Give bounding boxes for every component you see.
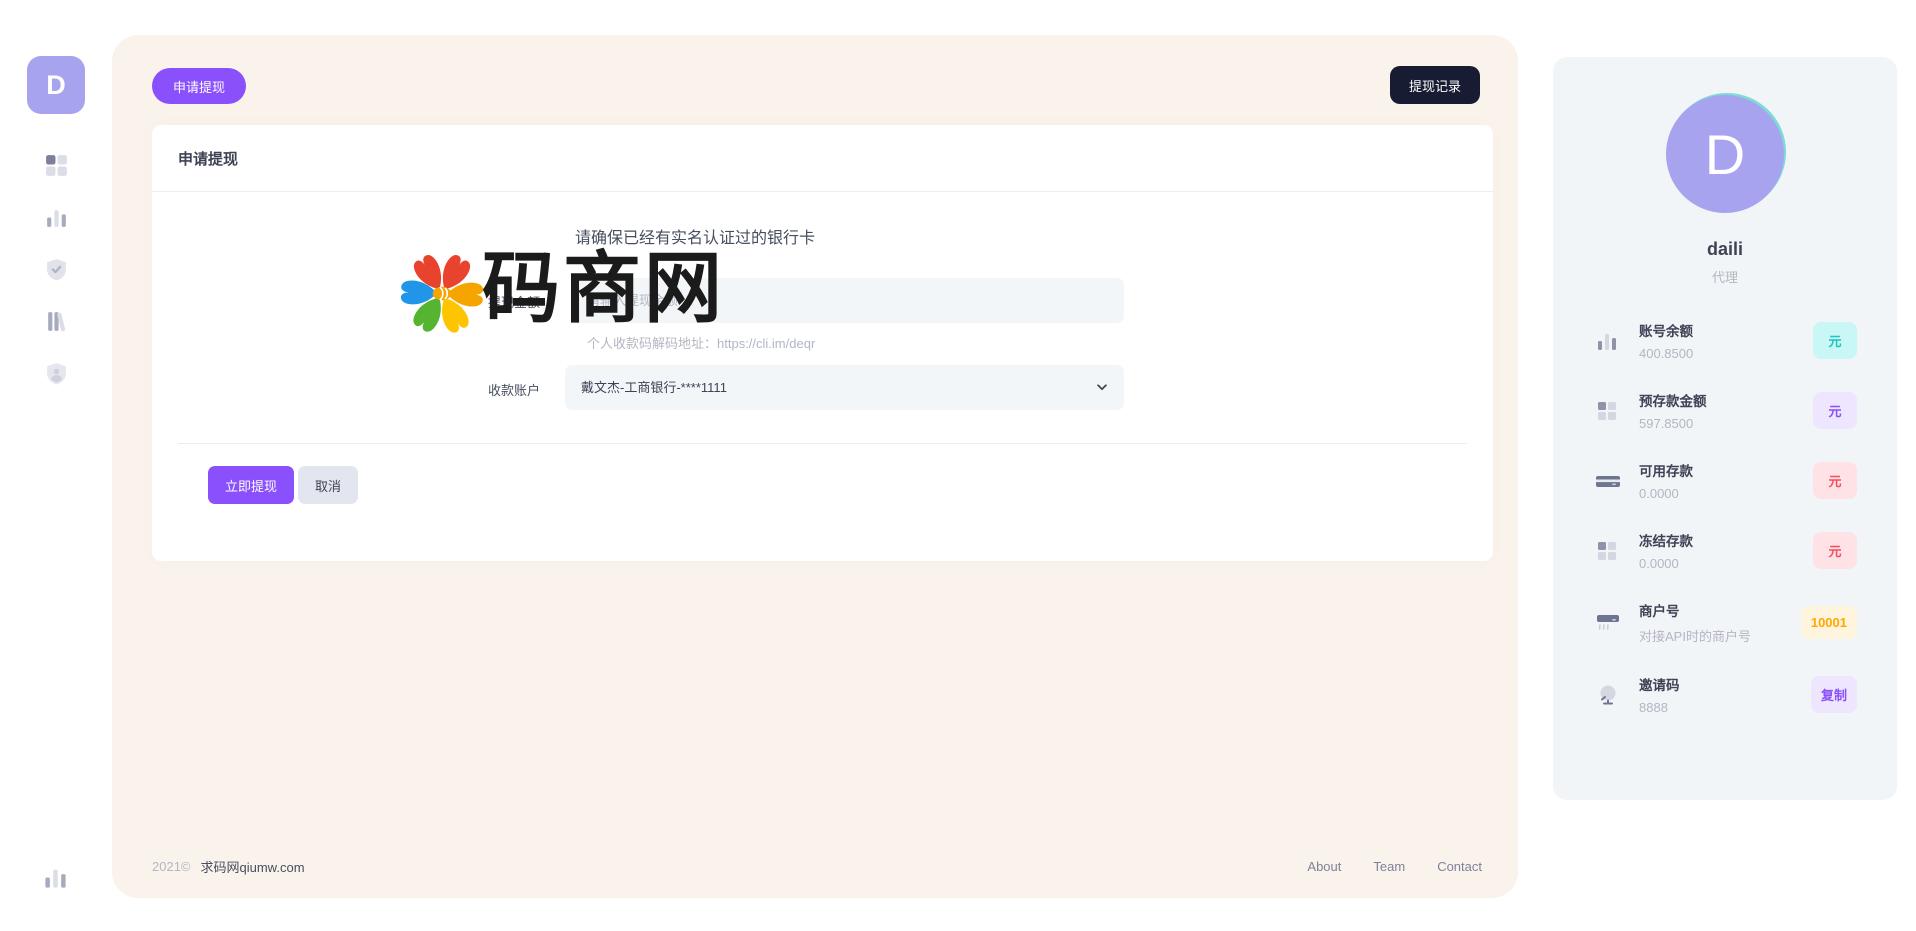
profile-stats: 账号余额 400.8500 元 预存款金额 597.8500 [1553,320,1897,715]
unit-badge: 元 [1813,322,1857,359]
grid-icon [1595,399,1625,423]
amount-input[interactable] [571,278,1124,323]
shield-check-icon[interactable] [43,256,70,283]
account-select[interactable]: 戴文杰-工商银行-****1111 [565,365,1124,410]
footer-link-team[interactable]: Team [1373,859,1405,874]
footer-site-link[interactable]: 求码网qiumw.com [201,857,305,876]
stat-label: 预存款金额 [1639,390,1813,410]
stat-value: 597.8500 [1639,416,1813,431]
bar-chart-icon [1595,329,1625,353]
card-header: 申请提现 [152,125,1493,192]
decode-hint-text: 个人收款码解码地址： [587,336,717,351]
bank-card-notice: 请确保已经有实名认证过的银行卡 [575,224,815,248]
stat-label: 商户号 [1639,600,1801,620]
card-title: 申请提现 [178,148,238,169]
credit-card-icon [1595,469,1625,493]
stat-value: 400.8500 [1639,346,1813,361]
unit-badge: 元 [1813,392,1857,429]
stat-row-prepaid: 预存款金额 597.8500 元 [1595,390,1857,431]
dashboard-grid-icon[interactable] [43,152,70,179]
brand-avatar[interactable]: D [27,56,85,114]
left-sidebar: D [0,0,112,931]
unit-badge: 元 [1813,462,1857,499]
apply-withdraw-button[interactable]: 申请提现 [152,68,246,104]
stat-row-available: 可用存款 0.0000 元 [1595,460,1857,501]
stat-label: 冻结存款 [1639,530,1813,550]
footer-year: 2021© [152,859,191,874]
profile-role: 代理 [1553,267,1897,286]
profile-panel: D daili 代理 账号余额 400.8500 元 [1553,57,1897,800]
page: D [0,0,1916,931]
merchant-id-badge: 10001 [1801,606,1857,639]
cancel-button[interactable]: 取消 [298,466,358,504]
stat-row-invite: 邀请码 8888 复制 [1595,674,1857,715]
withdraw-records-button[interactable]: 提现记录 [1390,66,1480,104]
account-label: 收款账户 [410,380,540,399]
profile-name: daili [1553,239,1897,260]
card-body: 请确保已经有实名认证过的银行卡 提现金额 个人收款码解码地址：https://c… [152,192,1493,560]
stat-row-merchant: 商户号 对接API时的商户号 10001 [1595,600,1857,645]
decode-hint-link[interactable]: https://cli.im/deqr [717,336,815,351]
stat-label: 账号余额 [1639,320,1813,340]
stat-label: 邀请码 [1639,674,1811,694]
stat-value: 对接API时的商户号 [1639,626,1801,645]
stat-value: 0.0000 [1639,486,1813,501]
footer-link-about[interactable]: About [1307,859,1341,874]
footer-link-contact[interactable]: Contact [1437,859,1482,874]
stat-row-balance: 账号余额 400.8500 元 [1595,320,1857,361]
unit-badge: 元 [1813,532,1857,569]
footer: 2021© 求码网qiumw.com About Team Contact [152,857,1482,876]
stat-label: 可用存款 [1639,460,1813,480]
globe-icon [1595,682,1625,708]
submit-withdraw-button[interactable]: 立即提现 [208,466,294,504]
bar-chart-icon[interactable] [43,204,70,231]
withdraw-card: 申请提现 请确保已经有实名认证过的银行卡 提现金额 个人收款码解码地址：http… [152,125,1493,561]
stat-row-frozen: 冻结存款 0.0000 元 [1595,530,1857,571]
amount-label: 提现金额 [410,292,540,311]
grid-icon [1595,539,1625,563]
bottom-bar-chart-icon[interactable] [42,864,69,891]
decode-hint: 个人收款码解码地址：https://cli.im/deqr [587,333,815,352]
sidebar-nav [0,152,112,387]
main-content: 申请提现 提现记录 申请提现 请确保已经有实名认证过的银行卡 提现金额 个人收款… [112,35,1518,898]
stat-value: 0.0000 [1639,556,1813,571]
footer-links: About Team Contact [1307,859,1482,874]
copy-invite-button[interactable]: 复制 [1811,676,1857,713]
stat-value: 8888 [1639,700,1811,715]
terminal-icon [1595,610,1625,636]
account-select-wrap: 戴文杰-工商银行-****1111 [565,365,1124,410]
profile-avatar: D [1666,95,1784,213]
shield-user-icon[interactable] [43,360,70,387]
library-icon[interactable] [43,308,70,335]
form-divider [178,443,1467,444]
